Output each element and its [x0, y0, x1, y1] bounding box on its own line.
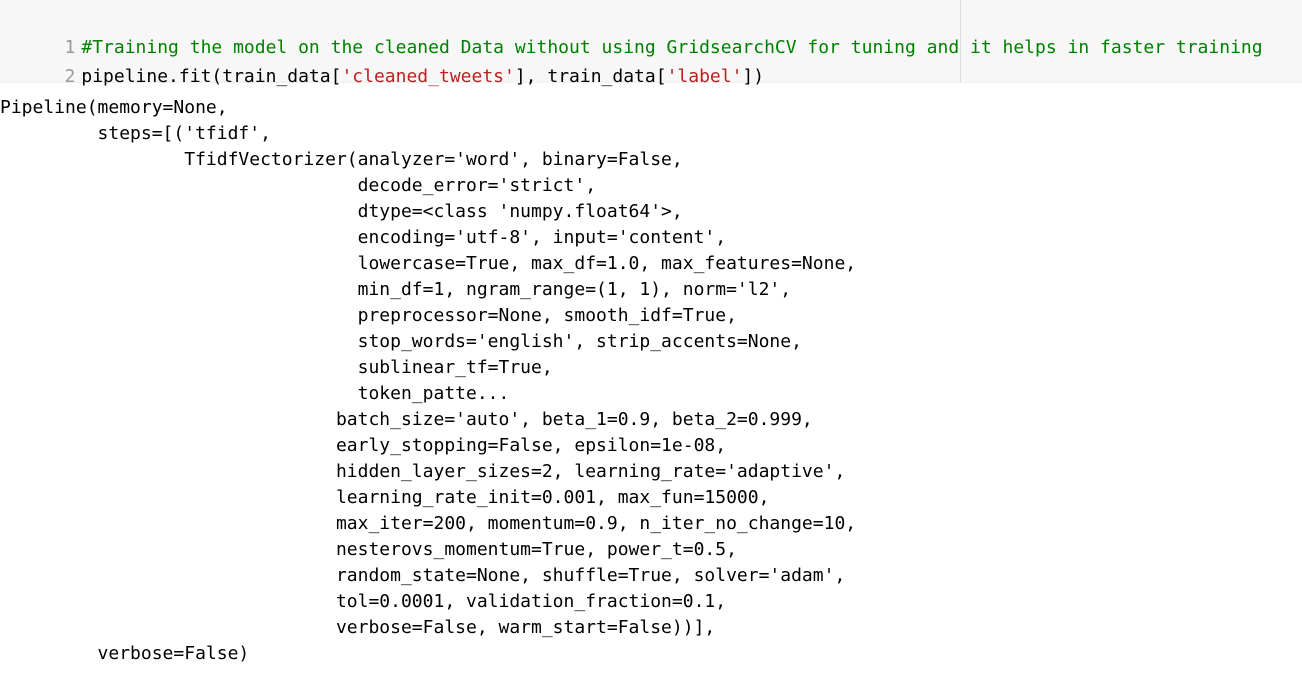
output-line: decode_error='strict',	[0, 175, 597, 196]
code-call-start: pipeline.fit(train_data[	[81, 66, 342, 87]
output-line: random_state=None, shuffle=True, solver=…	[0, 565, 846, 586]
output-line: dtype=<class 'numpy.float64'>,	[0, 201, 683, 222]
line-number: 2	[64, 66, 76, 87]
output-line: token_patte...	[0, 383, 510, 404]
output-line: sublinear_tf=True,	[0, 357, 553, 378]
output-line: verbose=False, warm_start=False))],	[0, 617, 716, 638]
output-line: Pipeline(memory=None,	[0, 97, 228, 118]
output-line: encoding='utf-8', input='content',	[0, 227, 727, 248]
output-line: nesterovs_momentum=True, power_t=0.5,	[0, 539, 737, 560]
output-line: TfidfVectorizer(analyzer='word', binary=…	[0, 149, 683, 170]
output-line: hidden_layer_sizes=2, learning_rate='ada…	[0, 461, 846, 482]
code-call-middle: ], train_data[	[514, 66, 667, 87]
output-line: learning_rate_init=0.001, max_fun=15000,	[0, 487, 770, 508]
output-line: min_df=1, ngram_range=(1, 1), norm='l2',	[0, 279, 792, 300]
output-line: stop_words='english', strip_accents=None…	[0, 331, 802, 352]
code-string-cleaned-tweets: 'cleaned_tweets'	[341, 66, 515, 87]
output-line: tol=0.0001, validation_fraction=0.1,	[0, 591, 727, 612]
code-call-end: ])	[742, 66, 765, 87]
output-line: max_iter=200, momentum=0.9, n_iter_no_ch…	[0, 513, 857, 534]
output-line: lowercase=True, max_df=1.0, max_features…	[0, 253, 857, 274]
output-line: early_stopping=False, epsilon=1e-08,	[0, 435, 727, 456]
code-line-2[interactable]: 2 pipeline.fit(train_data['cleaned_tweets…	[0, 38, 765, 87]
code-string-label: 'label'	[666, 66, 743, 87]
output-line: preprocessor=None, smooth_idf=True,	[0, 305, 737, 326]
output-line: batch_size='auto', beta_1=0.9, beta_2=0.…	[0, 409, 813, 430]
output-line: steps=[('tfidf',	[0, 123, 271, 144]
code-cell-input[interactable]: 1 #Training the model on the cleaned Data…	[0, 0, 1302, 87]
output-line: verbose=False)	[0, 643, 250, 664]
code-line-1[interactable]: 1 #Training the model on the cleaned Data…	[0, 9, 1263, 58]
